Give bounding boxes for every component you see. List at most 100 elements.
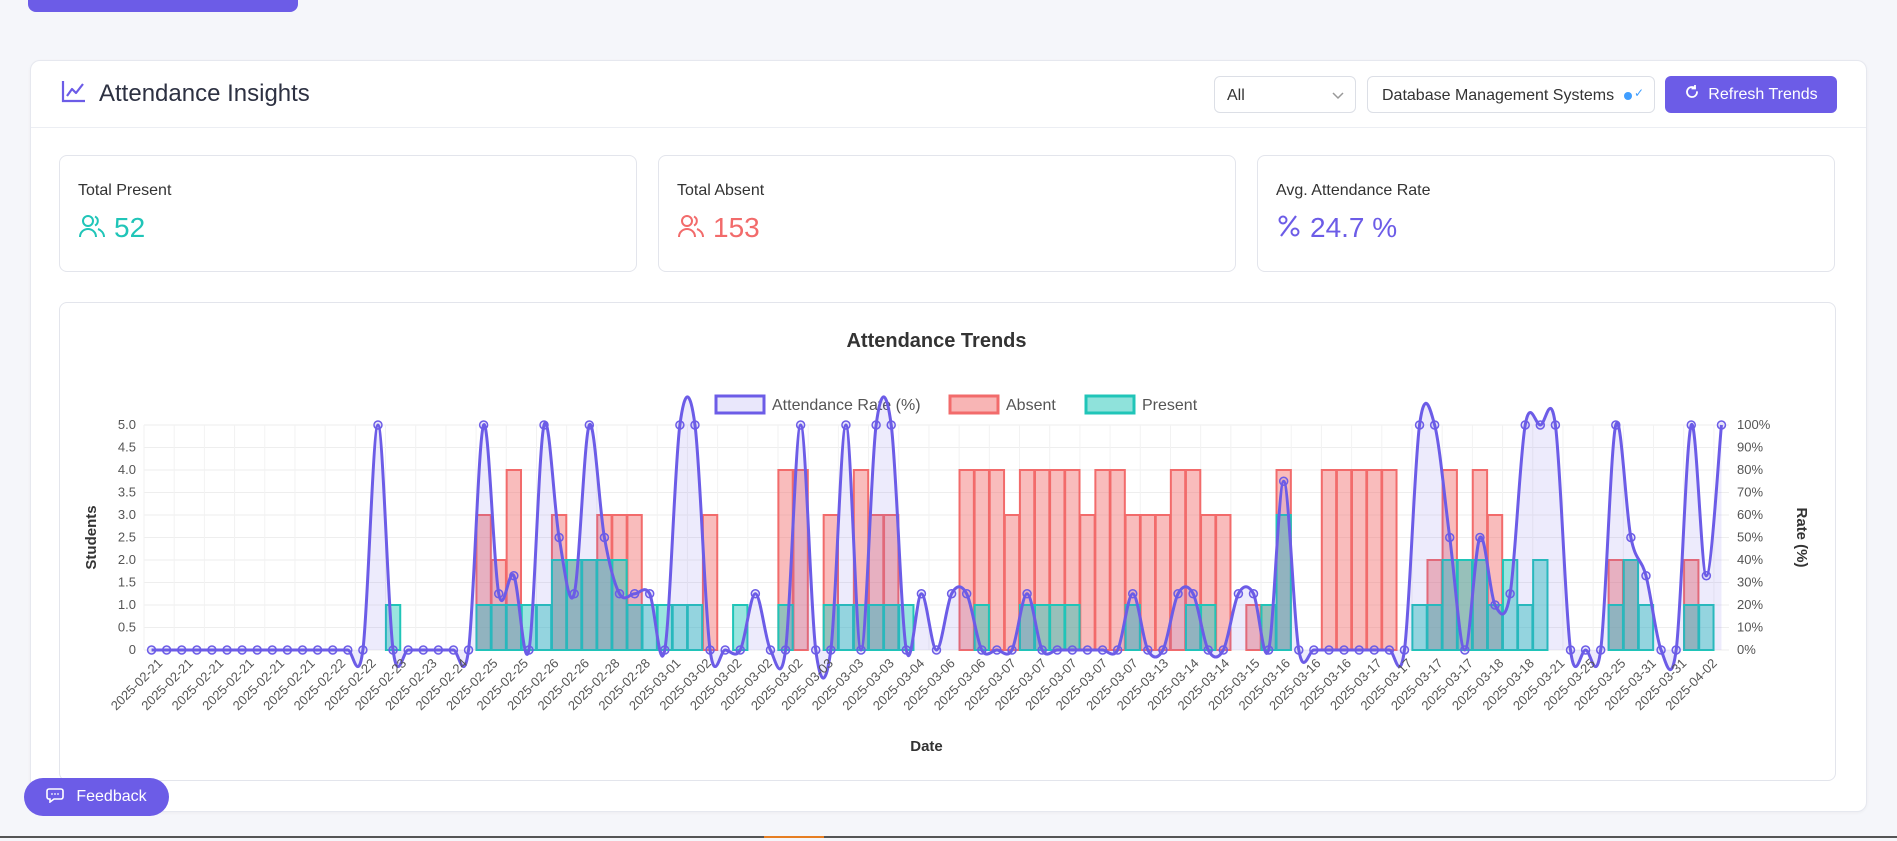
rate-point — [1444, 532, 1455, 543]
title-group: Attendance Insights — [61, 79, 310, 108]
rate-point — [539, 420, 549, 430]
stat-label: Avg. Attendance Rate — [1276, 182, 1431, 199]
rate-point — [418, 645, 429, 655]
stat-value-row: 52 — [78, 212, 145, 244]
rate-point — [1520, 420, 1530, 430]
y-tick-label: 1.0 — [118, 597, 136, 612]
rate-point — [509, 571, 519, 581]
feedback-button[interactable]: Feedback — [24, 778, 169, 816]
card-header: Attendance Insights All Database Managem… — [31, 61, 1866, 128]
rate-point — [1580, 645, 1591, 655]
absent-bar — [1366, 469, 1383, 651]
rate-point — [810, 645, 821, 655]
filter-select-value: All — [1227, 87, 1245, 104]
y2-tick-label: 80% — [1737, 462, 1763, 477]
stat-avg-attendance-rate: Avg. Attendance Rate 24.7 % — [1257, 155, 1835, 272]
rate-point — [1626, 532, 1636, 543]
rate-point — [1127, 589, 1138, 599]
stat-total-present: Total Present 52 — [59, 155, 637, 272]
bottom-edge — [0, 836, 1897, 838]
legend-label: Absent — [1006, 397, 1056, 414]
rate-point — [448, 645, 459, 655]
rate-point — [297, 645, 308, 655]
rate-point — [252, 645, 262, 655]
absent-bar — [1381, 469, 1398, 651]
x-axis-label: Date — [910, 738, 943, 755]
legend-swatch — [948, 394, 1000, 415]
chart-svg: Attendance Trends Attendance Rate (%) Abse… — [83, 330, 1810, 755]
rate-point — [1143, 645, 1153, 655]
rate-point — [841, 420, 851, 430]
rate-point — [1022, 589, 1032, 599]
rate-point — [961, 589, 972, 599]
rate-point — [1248, 589, 1259, 599]
rate-point — [675, 420, 685, 430]
y-tick-label: 4.0 — [118, 462, 136, 477]
attendance-trends-chart: Attendance Trends Attendance Rate (%) Abse… — [59, 302, 1836, 781]
y-tick-label: 2.5 — [118, 530, 136, 545]
rate-point — [735, 645, 746, 655]
legend-swatch — [1084, 394, 1136, 415]
y-tick-label: 0.5 — [118, 620, 136, 635]
stat-total-absent: Total Absent 153 — [658, 155, 1236, 272]
refresh-icon — [1684, 84, 1700, 105]
rate-point — [1263, 645, 1274, 655]
rate-point — [871, 420, 881, 430]
rate-point — [1505, 589, 1515, 599]
rate-point — [660, 645, 670, 655]
rate-point — [1158, 645, 1168, 655]
y-tick-label: 5.0 — [118, 417, 136, 432]
rate-point — [1656, 645, 1666, 655]
y2-tick-label: 10% — [1737, 620, 1763, 635]
rate-point — [1490, 600, 1500, 610]
rate-point — [1294, 645, 1304, 655]
percent-icon — [1276, 213, 1302, 244]
page-title: Attendance Insights — [99, 79, 310, 107]
stat-value-row: 24.7 % — [1276, 212, 1397, 244]
rate-point — [267, 645, 278, 655]
rate-point — [1535, 420, 1546, 430]
absent-bar — [1109, 469, 1126, 651]
rate-point — [1052, 645, 1063, 655]
present-bar — [1064, 604, 1081, 651]
rate-point — [1716, 420, 1727, 430]
y2-tick-label: 100% — [1737, 417, 1771, 432]
rate-point — [373, 420, 383, 430]
y2-tick-label: 30% — [1737, 575, 1763, 590]
y2-tick-label: 60% — [1737, 507, 1763, 522]
rate-point — [1429, 420, 1440, 430]
rate-point — [282, 645, 293, 655]
rate-point — [1218, 645, 1229, 655]
refresh-trends-label: Refresh Trends — [1708, 85, 1818, 103]
y-axis-label: Students — [83, 505, 100, 569]
rate-point — [1354, 645, 1364, 655]
y-tick-label: 3.5 — [118, 485, 136, 500]
rate-point — [1460, 645, 1470, 655]
y2-tick-label: 90% — [1737, 440, 1763, 455]
message-icon — [46, 787, 65, 808]
rate-point — [478, 420, 489, 430]
rate-point — [1188, 589, 1198, 599]
rate-point — [629, 589, 640, 599]
rate-point — [901, 645, 912, 655]
rate-point — [1701, 571, 1712, 581]
rate-point — [765, 645, 776, 655]
rate-point — [222, 645, 232, 655]
rate-point — [614, 589, 625, 599]
top-button-remnant[interactable] — [28, 0, 298, 12]
refresh-trends-button[interactable]: Refresh Trends — [1665, 76, 1837, 113]
rate-point — [493, 589, 504, 599]
legend-swatch — [714, 394, 766, 415]
rate-point — [780, 645, 791, 655]
rate-point — [1339, 645, 1349, 655]
y-tick-label: 2.0 — [118, 552, 136, 567]
rate-point — [1414, 420, 1425, 430]
rate-point — [856, 645, 866, 655]
rate-point — [161, 645, 172, 655]
filter-select[interactable]: All — [1214, 76, 1356, 113]
rate-point — [916, 589, 927, 599]
stat-value: 153 — [713, 212, 760, 243]
rate-point — [1565, 645, 1576, 655]
course-select[interactable]: Database Management Systems ✓ — [1367, 76, 1655, 113]
rate-point — [524, 645, 534, 655]
